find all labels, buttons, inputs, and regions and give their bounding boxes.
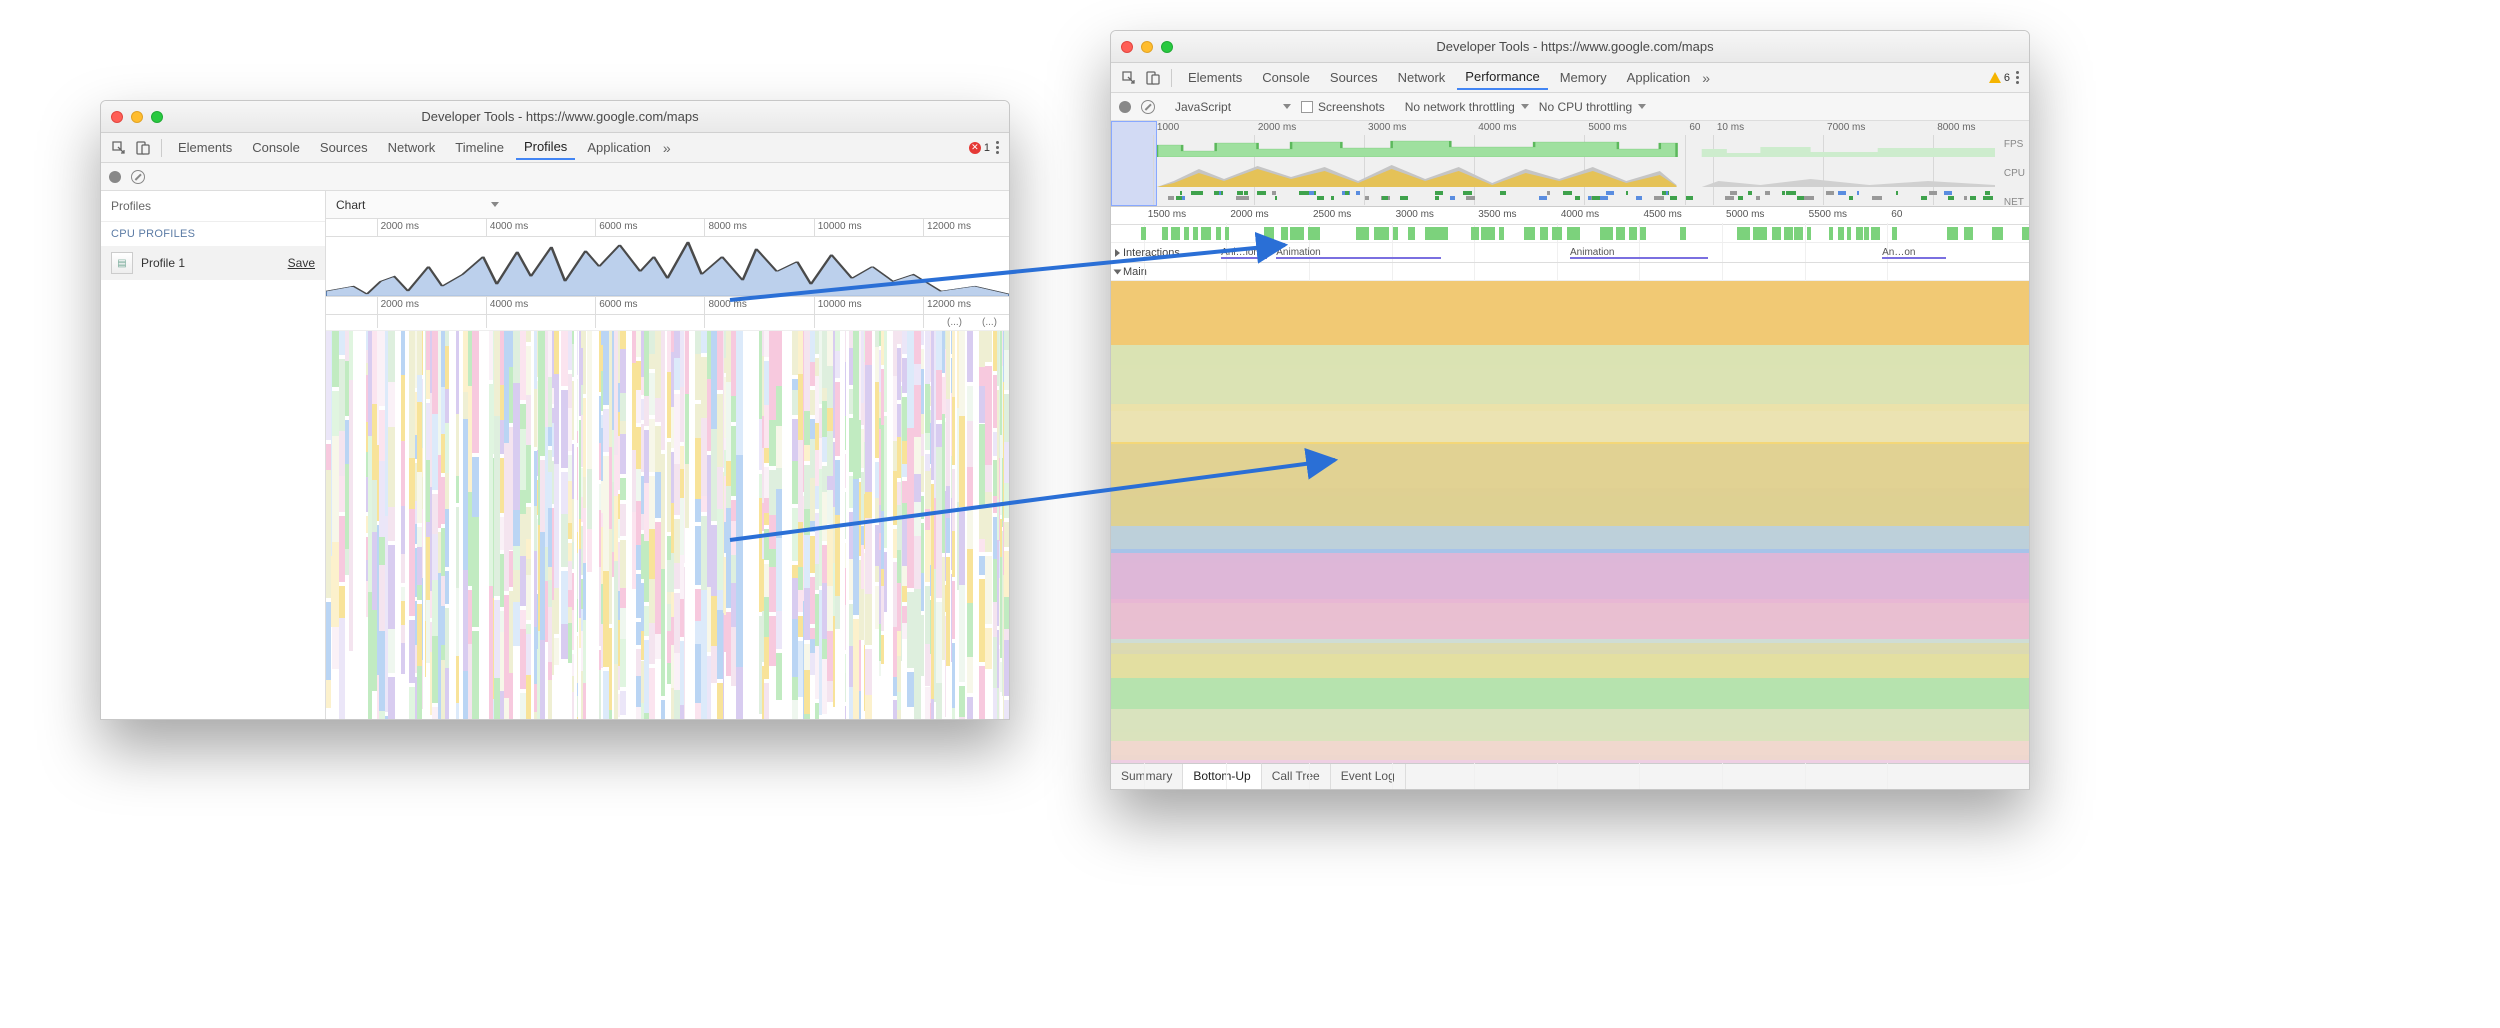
detail-ruler[interactable]: 1500 ms 2000 ms 2500 ms 3000 ms 3500 ms … (1111, 207, 2029, 225)
zoom-window-icon[interactable] (1161, 41, 1173, 53)
more-menu-icon[interactable] (2014, 69, 2021, 86)
sidebar-title: Profiles (101, 191, 325, 222)
tab-application[interactable]: Application (1619, 66, 1699, 89)
devtools-tabbar: Elements Console Sources Network Perform… (1111, 63, 2029, 93)
tab-elements[interactable]: Elements (1180, 66, 1250, 89)
tab-performance[interactable]: Performance (1457, 65, 1547, 90)
warning-icon (1989, 72, 2001, 83)
performance-subbar: JavaScript Screenshots No network thrott… (1111, 93, 2029, 121)
devtools-tabbar: Elements Console Sources Network Timelin… (101, 133, 1009, 163)
window-controls[interactable] (111, 111, 163, 123)
clear-button[interactable] (1141, 100, 1155, 114)
profile-name: Profile 1 (141, 256, 280, 270)
tabs-overflow-icon[interactable]: » (1702, 70, 1710, 86)
tab-elements[interactable]: Elements (170, 136, 240, 159)
cpu-throttle-dropdown[interactable]: No CPU throttling (1539, 100, 1646, 114)
record-button[interactable] (109, 171, 121, 183)
animation-span[interactable]: Animation (1276, 247, 1441, 259)
close-window-icon[interactable] (111, 111, 123, 123)
screenshots-checkbox[interactable]: Screenshots (1301, 100, 1385, 114)
animation-span[interactable]: Ani…ion (1221, 247, 1267, 259)
devtools-window-profiles: Developer Tools - https://www.google.com… (100, 100, 1010, 720)
net-lane (1157, 191, 1995, 201)
tab-memory[interactable]: Memory (1552, 66, 1615, 89)
window-title: Developer Tools - https://www.google.com… (171, 109, 999, 124)
interactions-row[interactable]: Interactions Ani…ion Animation Animation… (1111, 243, 2029, 263)
sidebar-section-cpu: CPU PROFILES (101, 222, 325, 246)
lane-labels: FPS CPU NET (2004, 139, 2025, 208)
titlebar[interactable]: Developer Tools - https://www.google.com… (1111, 31, 2029, 63)
tab-application[interactable]: Application (579, 136, 659, 159)
checkbox-icon (1301, 101, 1313, 113)
network-throttle-dropdown[interactable]: No network throttling (1405, 100, 1529, 114)
tabs-overflow-icon[interactable]: » (663, 140, 671, 156)
more-menu-icon[interactable] (994, 139, 1001, 156)
inspect-icon[interactable] (109, 138, 129, 158)
error-icon: ✕ (969, 142, 981, 154)
view-selector[interactable]: Chart (326, 191, 1009, 219)
animation-span[interactable]: An…on (1882, 247, 1946, 259)
main-row-header[interactable]: Main (1111, 263, 2029, 281)
chevron-down-icon (1521, 104, 1529, 109)
tab-profiles[interactable]: Profiles (516, 135, 575, 160)
error-count-badge[interactable]: ✕ 1 (969, 142, 990, 154)
timeline-overview[interactable]: 1000 2000 ms 3000 ms 4000 ms 5000 ms 60 … (1111, 121, 2029, 207)
device-toggle-icon[interactable] (133, 138, 153, 158)
profiles-subbar (101, 163, 1009, 191)
close-window-icon[interactable] (1121, 41, 1133, 53)
flame-top-row: (...) (...) (326, 315, 1009, 331)
disclose-icon[interactable] (1115, 249, 1120, 257)
overview-ruler: 1000 2000 ms 3000 ms 4000 ms 5000 ms 60 … (1111, 121, 2029, 137)
btab-bottomup[interactable]: Bottom-Up (1183, 763, 1261, 789)
minimize-window-icon[interactable] (131, 111, 143, 123)
chevron-down-icon (491, 202, 499, 207)
capture-dropdown[interactable]: JavaScript (1175, 100, 1291, 114)
btab-summary[interactable]: Summary (1111, 764, 1183, 789)
tab-timeline[interactable]: Timeline (447, 136, 512, 159)
chevron-down-icon (1283, 104, 1291, 109)
overview-ruler[interactable]: 2000 ms 4000 ms 6000 ms 8000 ms 10000 ms… (326, 219, 1009, 237)
main-flame-chart[interactable] (1111, 281, 2029, 763)
btab-eventlog[interactable]: Event Log (1331, 764, 1406, 789)
detail-ruler[interactable]: 2000 ms 4000 ms 6000 ms 8000 ms 10000 ms… (326, 297, 1009, 315)
view-selector-label: Chart (336, 198, 365, 212)
zoom-window-icon[interactable] (151, 111, 163, 123)
cpu-overview-chart[interactable] (326, 237, 1009, 297)
clear-button[interactable] (131, 170, 145, 184)
minimize-window-icon[interactable] (1141, 41, 1153, 53)
bottom-tabbar: Summary Bottom-Up Call Tree Event Log (1111, 763, 2029, 789)
save-link[interactable]: Save (288, 256, 315, 270)
btab-calltree[interactable]: Call Tree (1262, 764, 1331, 789)
device-toggle-icon[interactable] (1143, 68, 1163, 88)
profiles-sidebar: Profiles CPU PROFILES ▤ Profile 1 Save (101, 191, 326, 719)
warning-count-badge[interactable]: 6 (1989, 72, 2010, 84)
window-controls[interactable] (1121, 41, 1173, 53)
titlebar[interactable]: Developer Tools - https://www.google.com… (101, 101, 1009, 133)
chart-pane: Chart 2000 ms 4000 ms 6000 ms 8000 ms 10… (326, 191, 1009, 719)
cpu-lane (1157, 161, 1995, 187)
devtools-window-performance: Developer Tools - https://www.google.com… (1110, 30, 2030, 790)
chevron-down-icon (1638, 104, 1646, 109)
tab-sources[interactable]: Sources (312, 136, 376, 159)
profile-list-item[interactable]: ▤ Profile 1 Save (101, 246, 325, 280)
tab-console[interactable]: Console (1254, 66, 1318, 89)
disclose-icon[interactable] (1114, 269, 1122, 274)
inspect-icon[interactable] (1119, 68, 1139, 88)
window-title: Developer Tools - https://www.google.com… (1181, 39, 2019, 54)
tab-console[interactable]: Console (244, 136, 308, 159)
flame-chart[interactable] (326, 331, 1009, 719)
record-button[interactable] (1119, 101, 1131, 113)
tab-network[interactable]: Network (380, 136, 444, 159)
animation-span[interactable]: Animation (1570, 247, 1708, 259)
fps-lane (1157, 139, 1995, 157)
gpu-row[interactable] (1111, 225, 2029, 243)
tab-sources[interactable]: Sources (1322, 66, 1386, 89)
profile-thumb-icon: ▤ (111, 252, 133, 274)
tab-network[interactable]: Network (1390, 66, 1454, 89)
